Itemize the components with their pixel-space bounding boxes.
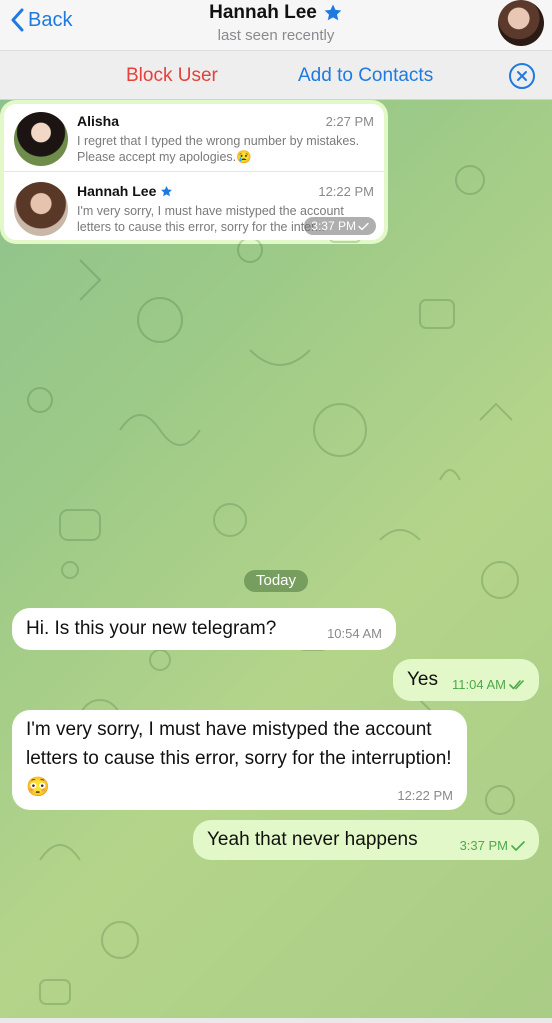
action-bar: Block User Add to Contacts bbox=[0, 50, 552, 100]
list-item: Alisha 2:27 PM I regret that I typed the… bbox=[4, 104, 384, 172]
message-text: Hi. Is this your new telegram? bbox=[26, 618, 277, 639]
chat-area[interactable]: Today Hi. Is this your new telegram? 10:… bbox=[0, 100, 552, 1018]
star-icon bbox=[324, 4, 342, 21]
chat-header: Back Hannah Lee last seen recently bbox=[0, 0, 552, 50]
message-text: Yes bbox=[407, 669, 438, 690]
sender-name: Alisha bbox=[77, 113, 120, 129]
contact-name: Hannah Lee bbox=[209, 2, 317, 23]
row-time: 2:27 PM bbox=[325, 114, 374, 129]
double-check-icon bbox=[509, 680, 524, 690]
avatar bbox=[14, 182, 68, 236]
block-user-button[interactable]: Block User bbox=[126, 65, 218, 87]
message-time: 11:04 AM bbox=[452, 677, 506, 692]
avatar bbox=[14, 112, 68, 166]
forwarded-screenshot[interactable]: Alisha 2:27 PM I regret that I typed the… bbox=[4, 104, 384, 240]
contact-status: last seen recently bbox=[217, 27, 335, 44]
check-icon bbox=[358, 222, 369, 230]
check-icon bbox=[511, 841, 525, 851]
avatar[interactable] bbox=[498, 0, 544, 46]
close-icon bbox=[517, 71, 527, 81]
message-bubble[interactable]: Hi. Is this your new telegram? 10:54 AM bbox=[12, 608, 396, 650]
close-action-bar-button[interactable] bbox=[509, 63, 535, 89]
row-time: 12:22 PM bbox=[318, 184, 374, 199]
add-to-contacts-button[interactable]: Add to Contacts bbox=[298, 65, 433, 87]
message-time: 10:54 AM bbox=[327, 626, 382, 641]
message-bubble[interactable]: Yes 11:04 AM bbox=[393, 659, 539, 701]
message-text: Yeah that never happens bbox=[207, 829, 418, 850]
message-bubble[interactable]: Yeah that never happens 3:37 PM bbox=[193, 820, 539, 860]
row-message: I regret that I typed the wrong number b… bbox=[77, 134, 360, 164]
message-text: I'm very sorry, I must have mistyped the… bbox=[26, 719, 452, 798]
message-bubble[interactable]: I'm very sorry, I must have mistyped the… bbox=[12, 710, 467, 810]
message-time: 3:37 PM bbox=[459, 838, 508, 853]
date-separator: Today bbox=[244, 570, 308, 592]
bottom-bar bbox=[0, 1018, 552, 1023]
image-message-bubble[interactable]: Alisha 2:27 PM I regret that I typed the… bbox=[0, 100, 388, 244]
message-time: 3:37 PM bbox=[311, 219, 356, 233]
star-icon bbox=[161, 185, 173, 196]
sender-name: Hannah Lee bbox=[77, 183, 157, 199]
message-time: 12:22 PM bbox=[397, 788, 453, 803]
contact-info[interactable]: Hannah Lee last seen recently bbox=[0, 2, 552, 44]
